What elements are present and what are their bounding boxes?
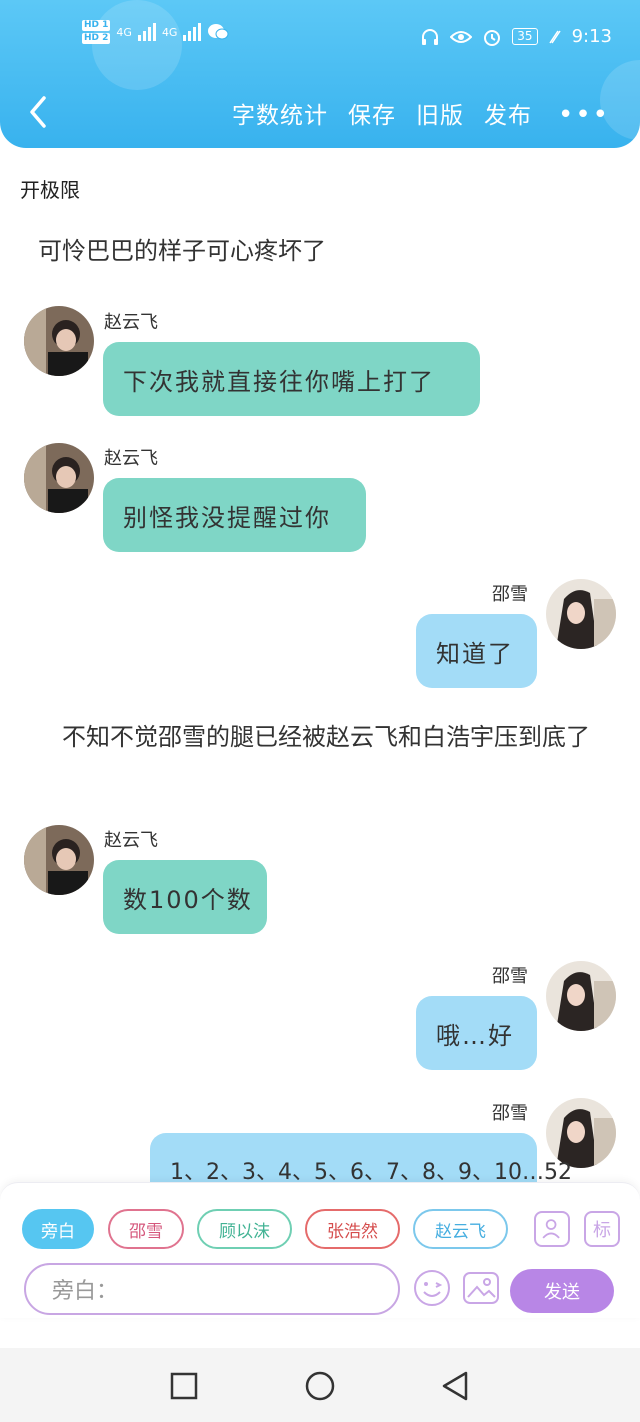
clock: 9:13 bbox=[571, 26, 612, 47]
eye-icon bbox=[450, 30, 473, 43]
add-role-icon[interactable] bbox=[534, 1211, 570, 1247]
avatar-shao[interactable] bbox=[546, 961, 616, 1031]
story-content: 可怜巴巴的样子可心疼坏了 赵云飞 下次我就直接往你嘴上打了 赵云飞 别怪我没提醒… bbox=[0, 210, 640, 1185]
old-version-button[interactable]: 旧版 bbox=[416, 96, 464, 130]
app-header: HD 1 HD 2 4G 4G 35 9:13 字数统计 保存 旧版 发布 ••… bbox=[0, 0, 640, 148]
message-bubble[interactable]: 知道了 bbox=[416, 614, 537, 688]
sender-name: 邵雪 bbox=[492, 1103, 528, 1124]
mark-button[interactable]: 标 bbox=[584, 1211, 620, 1247]
headphone-icon bbox=[422, 28, 439, 45]
word-count-button[interactable]: 字数统计 bbox=[232, 96, 328, 130]
home-icon[interactable] bbox=[304, 1370, 336, 1402]
hd1-badge: HD 1 bbox=[82, 20, 111, 31]
save-button[interactable]: 保存 bbox=[348, 96, 396, 130]
charging-icon bbox=[548, 30, 561, 43]
avatar-shao[interactable] bbox=[546, 579, 616, 649]
publish-button[interactable]: 发布 bbox=[484, 96, 532, 130]
message-bubble[interactable]: 别怪我没提醒过你 bbox=[103, 478, 366, 552]
send-button[interactable]: 发送 bbox=[510, 1269, 614, 1313]
more-menu-button[interactable]: ••• bbox=[558, 100, 610, 130]
sender-name: 赵云飞 bbox=[104, 448, 158, 469]
avatar-zhao[interactable] bbox=[24, 306, 94, 376]
image-icon[interactable] bbox=[462, 1269, 500, 1307]
message-bubble[interactable]: 哦…好 bbox=[416, 996, 537, 1070]
role-chip-zhao[interactable]: 赵云飞 bbox=[413, 1209, 508, 1249]
narration-text: 不知不觉邵雪的腿已经被赵云飞和白浩宇压到底了 bbox=[38, 723, 590, 751]
battery-indicator: 35 bbox=[512, 28, 538, 45]
system-nav-bar bbox=[0, 1348, 640, 1422]
role-chip-shao[interactable]: 邵雪 bbox=[108, 1209, 184, 1249]
role-chip-gu[interactable]: 顾以沫 bbox=[197, 1209, 292, 1249]
signal-icon bbox=[137, 23, 156, 41]
sender-name: 赵云飞 bbox=[104, 312, 158, 333]
avatar-zhao[interactable] bbox=[24, 443, 94, 513]
sender-name: 邵雪 bbox=[492, 966, 528, 987]
wechat-icon bbox=[208, 24, 229, 40]
net2-label: 4G bbox=[161, 25, 178, 39]
back-icon[interactable] bbox=[440, 1370, 470, 1402]
document-title: 开极限 bbox=[20, 178, 80, 202]
message-bubble[interactable]: 下次我就直接往你嘴上打了 bbox=[103, 342, 480, 416]
hd2-badge: HD 2 bbox=[82, 33, 111, 44]
role-chip-narrator[interactable]: 旁白 bbox=[22, 1209, 94, 1249]
alarm-icon bbox=[484, 29, 501, 46]
back-arrow-icon[interactable] bbox=[24, 94, 54, 130]
message-bubble[interactable]: 1、2、3、4、5、6、7、8、9、10…52 bbox=[150, 1133, 572, 1185]
composer-panel: 旁白 邵雪 顾以沫 张浩然 赵云飞 标 旁白： 发送 bbox=[0, 1182, 640, 1318]
net1-label: 4G bbox=[116, 25, 132, 39]
recent-apps-icon[interactable] bbox=[170, 1372, 198, 1400]
emoji-icon[interactable] bbox=[413, 1269, 451, 1307]
narration-text: 可怜巴巴的样子可心疼坏了 bbox=[38, 237, 326, 265]
sender-name: 邵雪 bbox=[492, 584, 528, 605]
message-bubble[interactable]: 数100个数 bbox=[103, 860, 267, 934]
signal-icon bbox=[183, 23, 202, 41]
toolbar: 字数统计 保存 旧版 发布 ••• bbox=[0, 92, 640, 136]
status-bar: HD 1 HD 2 4G 4G 35 9:13 bbox=[0, 18, 640, 58]
sender-name: 赵云飞 bbox=[104, 830, 158, 851]
avatar-zhao[interactable] bbox=[24, 825, 94, 895]
message-input[interactable]: 旁白： bbox=[24, 1263, 400, 1315]
role-chip-zhang[interactable]: 张浩然 bbox=[305, 1209, 400, 1249]
